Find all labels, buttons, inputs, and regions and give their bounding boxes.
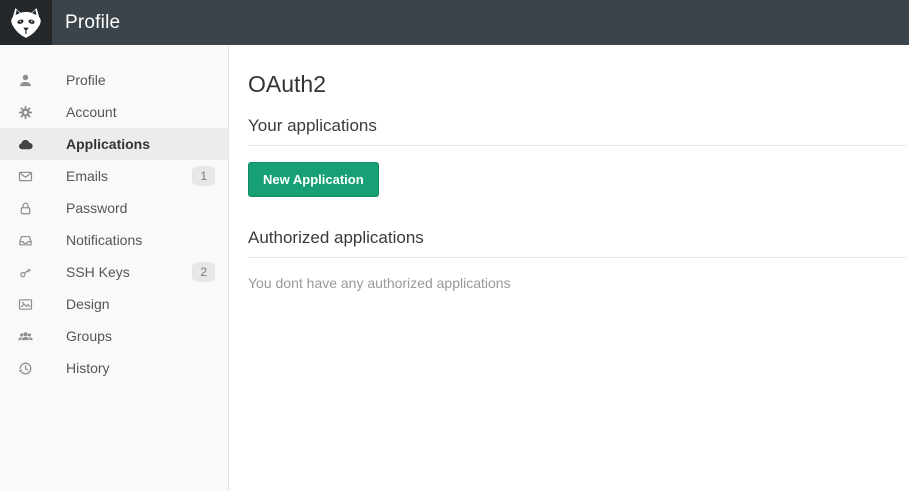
inbox-icon (17, 232, 33, 248)
sidebar-item-password[interactable]: Password (0, 192, 228, 224)
envelope-icon (17, 168, 33, 184)
sidebar-item-ssh-keys[interactable]: SSH Keys 2 (0, 256, 228, 288)
cloud-icon (17, 136, 33, 152)
sidebar-item-profile[interactable]: Profile (0, 64, 228, 96)
lock-icon (17, 200, 33, 216)
gear-icon (17, 104, 33, 120)
authorized-applications-heading: Authorized applications (248, 228, 907, 258)
your-applications-heading: Your applications (248, 116, 907, 146)
sidebar-item-label: Password (66, 200, 127, 216)
main-content: OAuth2 Your applications New Application… (229, 45, 909, 491)
gitlab-tanuki-icon (9, 6, 43, 40)
sidebar-item-account[interactable]: Account (0, 96, 228, 128)
sidebar-item-label: History (66, 360, 110, 376)
ssh-keys-count-badge: 2 (192, 262, 215, 282)
sidebar-item-label: Account (66, 104, 117, 120)
sidebar-item-label: Emails (66, 168, 108, 184)
empty-state-text: You dont have any authorized application… (248, 275, 907, 291)
sidebar-item-label: Profile (66, 72, 106, 88)
sidebar-item-label: SSH Keys (66, 264, 130, 280)
users-icon (17, 328, 33, 344)
new-application-button[interactable]: New Application (248, 162, 379, 197)
sidebar-item-label: Design (66, 296, 110, 312)
history-icon (17, 360, 33, 376)
sidebar-nav-list: Profile Account (0, 64, 228, 384)
sidebar-item-applications[interactable]: Applications (0, 128, 228, 160)
emails-count-badge: 1 (192, 166, 215, 186)
user-icon (17, 72, 33, 88)
sidebar-item-label: Applications (66, 136, 150, 152)
sidebar-item-design[interactable]: Design (0, 288, 228, 320)
page-title: OAuth2 (248, 71, 907, 98)
image-icon (17, 296, 33, 312)
sidebar-item-emails[interactable]: Emails 1 (0, 160, 228, 192)
settings-sidebar: Profile Account (0, 45, 229, 491)
gitlab-logo[interactable] (0, 0, 52, 45)
key-icon (17, 264, 33, 280)
sidebar-item-history[interactable]: History (0, 352, 228, 384)
sidebar-item-label: Notifications (66, 232, 142, 248)
sidebar-item-label: Groups (66, 328, 112, 344)
sidebar-item-groups[interactable]: Groups (0, 320, 228, 352)
sidebar-item-notifications[interactable]: Notifications (0, 224, 228, 256)
top-navbar: Profile (0, 0, 909, 45)
page-header-title: Profile (65, 12, 120, 34)
